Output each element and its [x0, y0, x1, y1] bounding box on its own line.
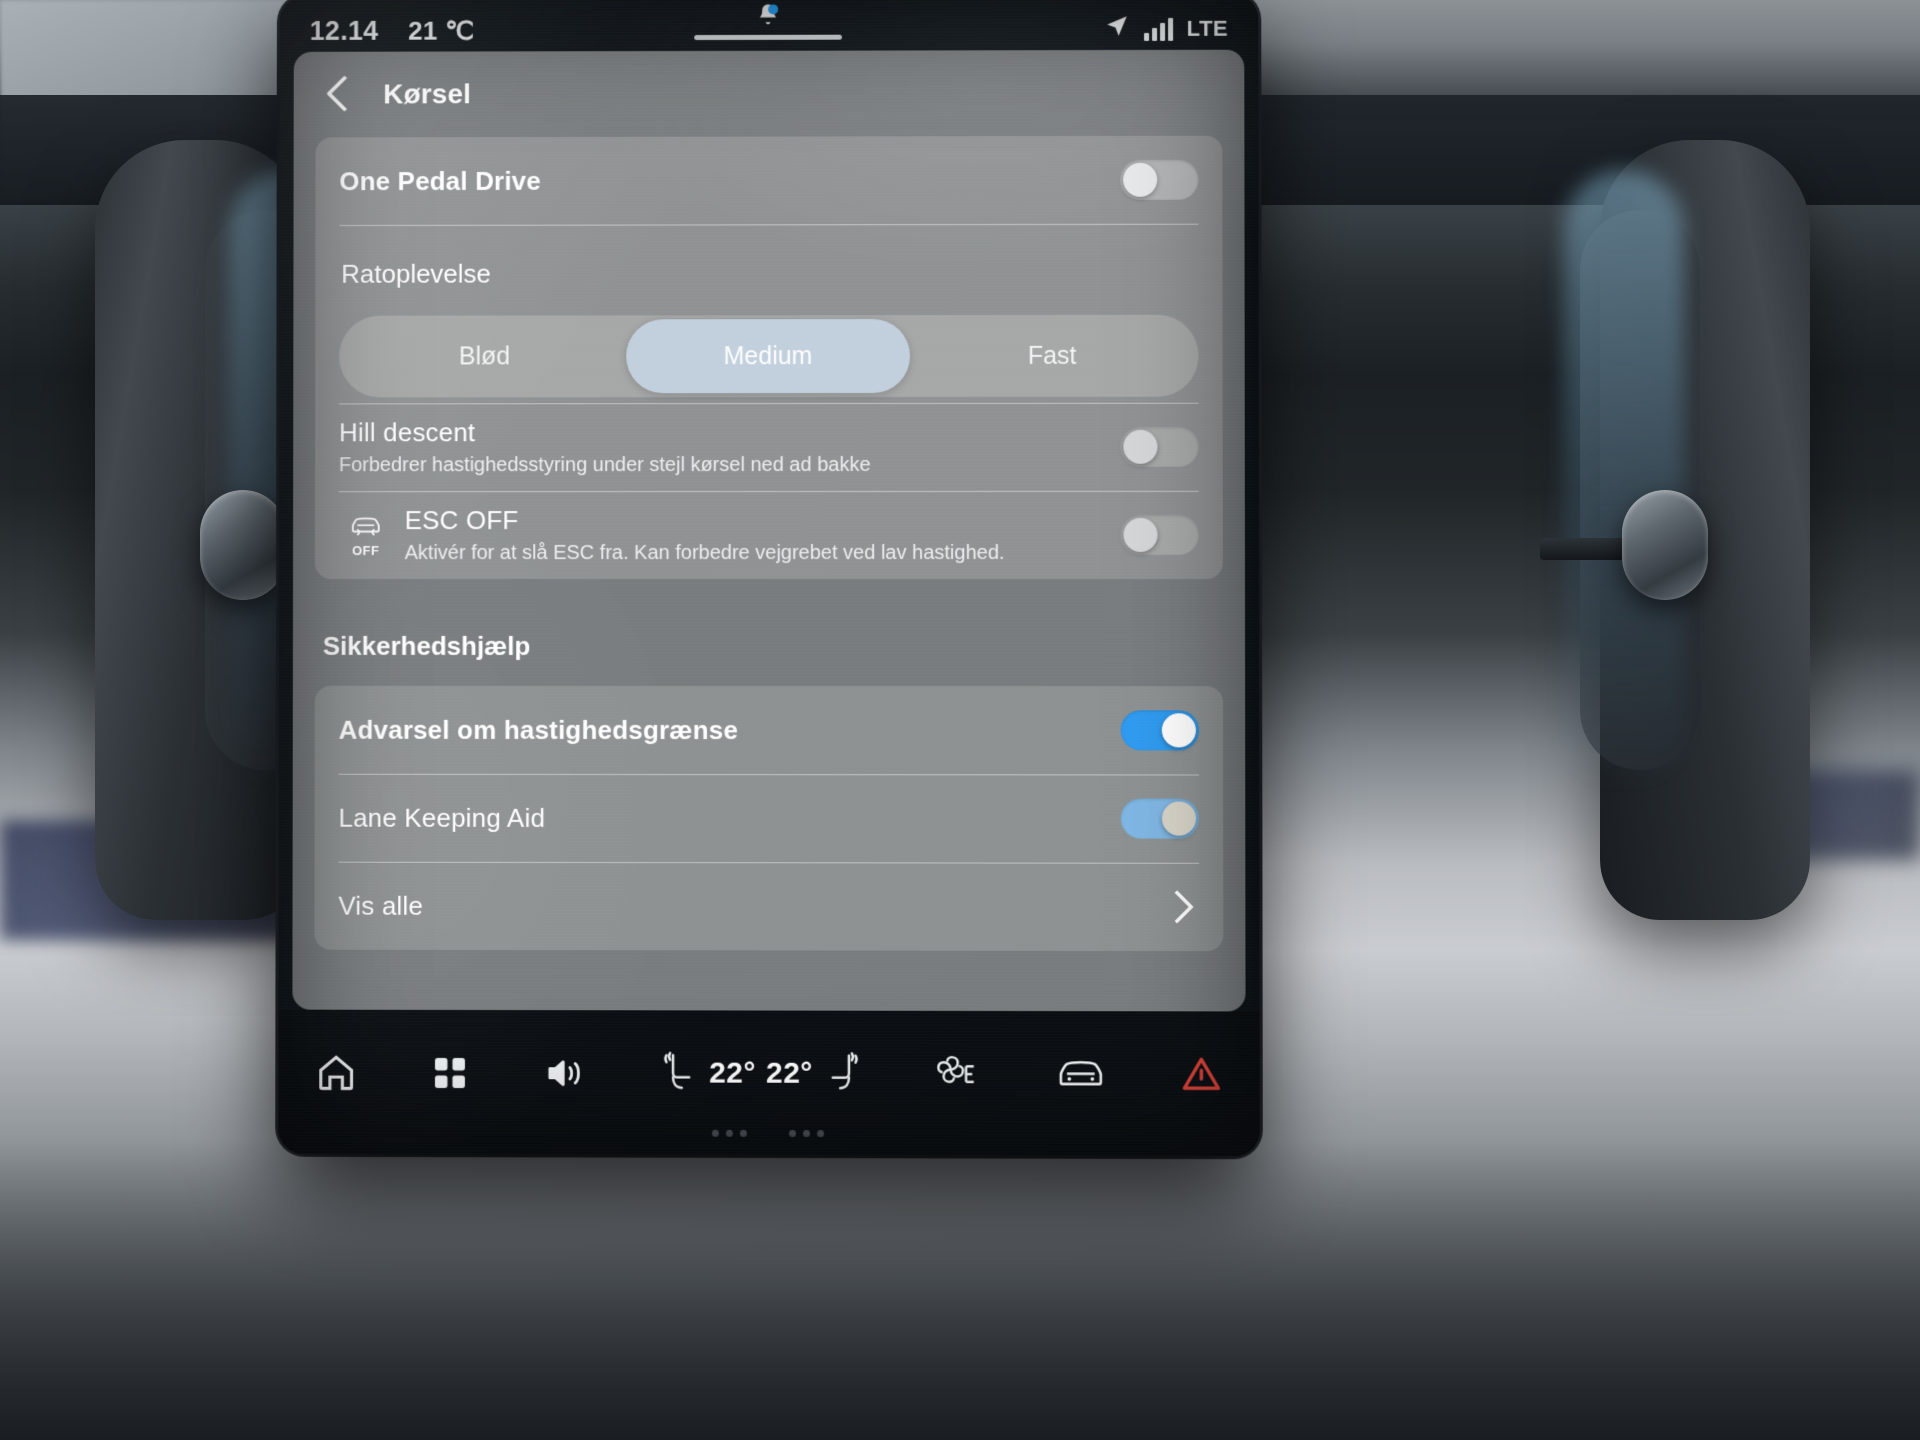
toggle-knob [1123, 162, 1158, 197]
apps-grid-icon[interactable] [430, 1053, 470, 1093]
mount-knob-left [200, 490, 286, 600]
row-body: Lane Keeping Aid [338, 802, 1120, 834]
segment-blod[interactable]: Blød [343, 319, 626, 393]
bottom-navigation-bar: 22° 22° [278, 1009, 1260, 1157]
show-all-label: Vis alle [338, 890, 424, 921]
speed-limit-warning-toggle[interactable] [1120, 710, 1199, 751]
segment-medium[interactable]: Medium [626, 319, 911, 394]
temperature-left[interactable]: 22° [709, 1057, 756, 1091]
seat-heater-left-icon[interactable] [659, 1049, 699, 1098]
climate-fan-icon[interactable] [936, 1054, 982, 1094]
outside-temperature: 21 ℃ [408, 15, 475, 46]
safety-section-heading: Sikkerhedshjælp [322, 630, 531, 661]
segment-fast[interactable]: Fast [910, 319, 1195, 393]
row-body: Advarsel om hastighedsgrænse [339, 714, 1121, 746]
row-speed-limit-warning[interactable]: Advarsel om hastighedsgrænse [339, 686, 1199, 775]
network-label: LTE [1186, 15, 1229, 41]
dots-right [788, 1129, 825, 1138]
floor-shadow [0, 1140, 1920, 1440]
chevron-left-icon[interactable] [322, 77, 358, 113]
photo-scene: 12.14 21 ℃ LTE Kørsel One Pedal Drive Ra… [0, 0, 1920, 1440]
lane-keeping-aid-label: Lane Keeping Aid [338, 802, 546, 833]
status-bar-center[interactable] [694, 1, 842, 41]
row-body: Vis alle [338, 890, 1165, 922]
one-pedal-drive-label: One Pedal Drive [339, 165, 541, 196]
navigation-arrow-icon [1104, 13, 1130, 46]
row-lane-keeping-aid[interactable]: Lane Keeping Aid [338, 774, 1200, 863]
dots-left [711, 1129, 747, 1137]
drag-handle[interactable] [694, 34, 842, 41]
temperature-right[interactable]: 22° [766, 1057, 813, 1091]
car-settings-icon[interactable] [1054, 1054, 1106, 1094]
hill-descent-toggle[interactable] [1120, 426, 1199, 467]
lane-keeping-aid-toggle[interactable] [1120, 798, 1200, 839]
screen: 12.14 21 ℃ LTE Kørsel One Pedal Drive Ra… [278, 0, 1260, 1157]
row-body: Hill descent Forbedrer hastighedsstyring… [339, 417, 1120, 477]
status-bar-right: LTE [1104, 12, 1229, 45]
status-bar-left: 12.14 21 ℃ [310, 15, 475, 46]
home-icon[interactable] [314, 1051, 358, 1095]
row-hill-descent[interactable]: Hill descent Forbedrer hastighedsstyring… [339, 403, 1199, 491]
steering-feel-label: Ratoplevelse [341, 258, 491, 289]
glass-highlight-right [1564, 170, 1684, 790]
hill-descent-label: Hill descent [338, 417, 476, 448]
esc-off-icon-label: OFF [352, 543, 380, 559]
esc-off-description: Aktivér for at slå ESC fra. Kan forbedre… [404, 541, 1005, 565]
settings-header: Kørsel [294, 50, 1245, 138]
toggle-knob [1123, 429, 1158, 464]
toggle-knob [1161, 801, 1197, 836]
signal-bars-icon [1143, 17, 1173, 41]
row-one-pedal-drive[interactable]: One Pedal Drive [339, 136, 1199, 225]
page-indicator-dots [711, 1129, 825, 1138]
clock: 12.14 [309, 15, 379, 46]
row-body: ESC OFF Aktivér for at slå ESC fra. Kan … [405, 505, 1121, 565]
climate-temperature-group: 22° 22° [659, 1049, 863, 1099]
row-show-all[interactable]: Vis alle [338, 862, 1199, 951]
toggle-knob [1123, 517, 1158, 552]
speed-limit-warning-label: Advarsel om hastighedsgrænse [338, 714, 739, 745]
esc-off-label: ESC OFF [404, 505, 519, 536]
settings-scroll-area[interactable]: One Pedal Drive Ratoplevelse Blød Medium… [292, 135, 1245, 980]
seat-heater-right-icon[interactable] [823, 1049, 863, 1098]
row-esc-off[interactable]: OFF ESC OFF Aktivér for at slå ESC fra. … [339, 491, 1199, 579]
chevron-right-icon[interactable] [1165, 890, 1199, 924]
mount-knob-right [1622, 490, 1708, 600]
safety-settings-card: Advarsel om hastighedsgrænse Lane Keepin… [314, 685, 1224, 952]
row-steering-feel: Ratoplevelse Blød Medium Fast [339, 224, 1199, 398]
hill-descent-description: Forbedrer hastighedsstyring under stejl … [338, 453, 871, 477]
page-title: Kørsel [383, 78, 472, 110]
esc-off-toggle[interactable] [1120, 514, 1199, 555]
bell-icon[interactable] [753, 1, 783, 29]
infotainment-display: 12.14 21 ℃ LTE Kørsel One Pedal Drive Ra… [278, 0, 1260, 1157]
drive-settings-card: One Pedal Drive Ratoplevelse Blød Medium… [314, 135, 1223, 580]
settings-app: Kørsel One Pedal Drive Ratoplevelse Blød… [278, 49, 1259, 1012]
hazard-triangle-icon[interactable] [1179, 1054, 1223, 1096]
speaker-icon[interactable] [543, 1053, 587, 1093]
toggle-knob [1161, 713, 1196, 748]
row-body: One Pedal Drive [339, 164, 1120, 196]
steering-feel-segmented-control[interactable]: Blød Medium Fast [339, 314, 1199, 398]
esc-off-car-icon: OFF [339, 512, 393, 558]
settings-sheet: Kørsel One Pedal Drive Ratoplevelse Blød… [292, 49, 1246, 1012]
one-pedal-drive-toggle[interactable] [1120, 159, 1199, 200]
